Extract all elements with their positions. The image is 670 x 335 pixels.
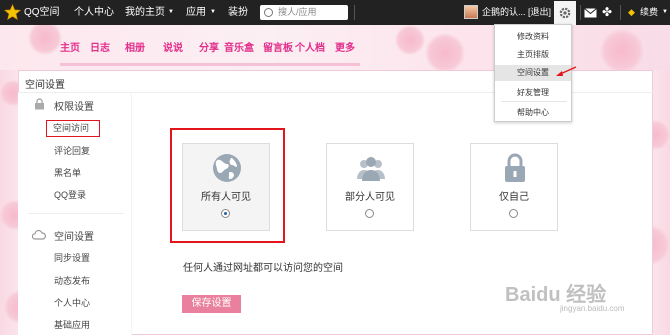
nav-shuoshuo[interactable]: 说说 <box>163 39 183 54</box>
highlight-box <box>170 128 285 243</box>
menu-item-layout[interactable]: 主页排版 <box>495 49 571 60</box>
blossom-decoration <box>28 21 62 55</box>
sidebar-item-comment-reply[interactable]: 评论回复 <box>54 144 90 157</box>
sidebar-item-space-access[interactable]: 空间访问 <box>46 120 100 137</box>
top-bar: QQ空间 个人中心 我的主页 ▼ 应用 ▼ 装扮 搜人/应用 企鹅的认... [… <box>0 0 670 25</box>
section-space-settings[interactable]: 空间设置 <box>54 228 94 243</box>
nav-profile[interactable]: 个人档 <box>295 39 325 54</box>
nav-my-homepage[interactable]: 我的主页 <box>125 0 165 25</box>
menu-item-edit-profile[interactable]: 修改资料 <box>495 31 571 42</box>
nav-album[interactable]: 相册 <box>125 39 145 54</box>
sidebar-item-feed-publish[interactable]: 动态发布 <box>54 274 90 287</box>
nav-share[interactable]: 分享 <box>199 39 219 54</box>
divider <box>580 5 581 20</box>
nav-home[interactable]: 主页 <box>60 39 80 54</box>
menu-item-help[interactable]: 帮助中心 <box>495 107 571 118</box>
option-label: 仅自己 <box>499 192 529 203</box>
nav-musicbox[interactable]: 音乐盒 <box>224 39 254 54</box>
qzone-logo-text[interactable]: QQ空间 <box>24 0 60 25</box>
qzone-star-icon[interactable] <box>4 4 21 21</box>
divider <box>620 5 621 20</box>
logout-link[interactable]: [退出] <box>528 0 551 25</box>
option-label: 部分人可见 <box>345 192 395 203</box>
username[interactable]: 企鹅的认... <box>482 0 526 25</box>
lock-icon <box>505 153 525 182</box>
sidebar-item-qq-login[interactable]: QQ登录 <box>54 188 86 201</box>
clover-icon[interactable]: ✤ <box>602 0 612 25</box>
divider <box>501 101 567 102</box>
vip-renew-link[interactable]: 续费 <box>640 0 658 25</box>
search-input[interactable]: 搜人/应用 <box>260 5 348 20</box>
chevron-down-icon: ▼ <box>662 9 668 15</box>
cloud-icon <box>32 230 46 240</box>
radio-some-people[interactable] <box>365 209 374 218</box>
annotation-arrow-icon <box>556 66 577 76</box>
option-some-people[interactable]: 部分人可见 <box>326 143 414 231</box>
gear-icon <box>559 7 571 19</box>
nav-apps[interactable]: 应用 <box>186 0 206 25</box>
radio-only-me[interactable] <box>509 209 518 218</box>
watermark-url: jingyan.baidu.com <box>560 304 625 313</box>
sidebar-item-personal-center[interactable]: 个人中心 <box>54 296 90 309</box>
banner-ribbon <box>60 63 360 66</box>
nav-personal-center[interactable]: 个人中心 <box>74 0 114 25</box>
chevron-down-icon: ▼ <box>168 9 174 15</box>
group-icon <box>357 157 385 181</box>
option-description: 任何人通过网址都可以访问您的空间 <box>183 263 343 274</box>
save-button[interactable]: 保存设置 <box>182 295 241 313</box>
search-icon <box>264 8 273 17</box>
avatar[interactable] <box>464 5 478 19</box>
sidebar-item-blacklist[interactable]: 黑名单 <box>54 166 81 179</box>
mail-icon[interactable] <box>584 8 597 18</box>
divider <box>354 5 355 20</box>
settings-button[interactable] <box>554 1 576 25</box>
watermark: Baidu 经验 <box>505 284 607 306</box>
diamond-icon: ◆ <box>628 7 635 17</box>
section-permissions[interactable]: 权限设置 <box>54 98 94 113</box>
nav-guestbook[interactable]: 留言板 <box>263 39 293 54</box>
chevron-down-icon: ▼ <box>210 9 216 15</box>
blossom-decoration <box>395 25 425 55</box>
nav-blog[interactable]: 日志 <box>90 39 110 54</box>
sidebar-item-basic-apps[interactable]: 基础应用 <box>54 318 90 331</box>
nav-more[interactable]: 更多 <box>335 39 355 54</box>
search-placeholder: 搜人/应用 <box>278 7 317 17</box>
blossom-decoration <box>425 33 465 73</box>
lock-icon <box>35 98 44 110</box>
sidebar-item-sync[interactable]: 同步设置 <box>54 251 90 264</box>
divider <box>28 213 124 214</box>
panel-title: 空间设置 <box>25 80 65 91</box>
option-only-me[interactable]: 仅自己 <box>470 143 558 231</box>
blossom-decoration <box>600 29 644 73</box>
nav-decorate[interactable]: 装扮 <box>228 0 248 25</box>
menu-item-friend-management[interactable]: 好友管理 <box>495 87 571 98</box>
